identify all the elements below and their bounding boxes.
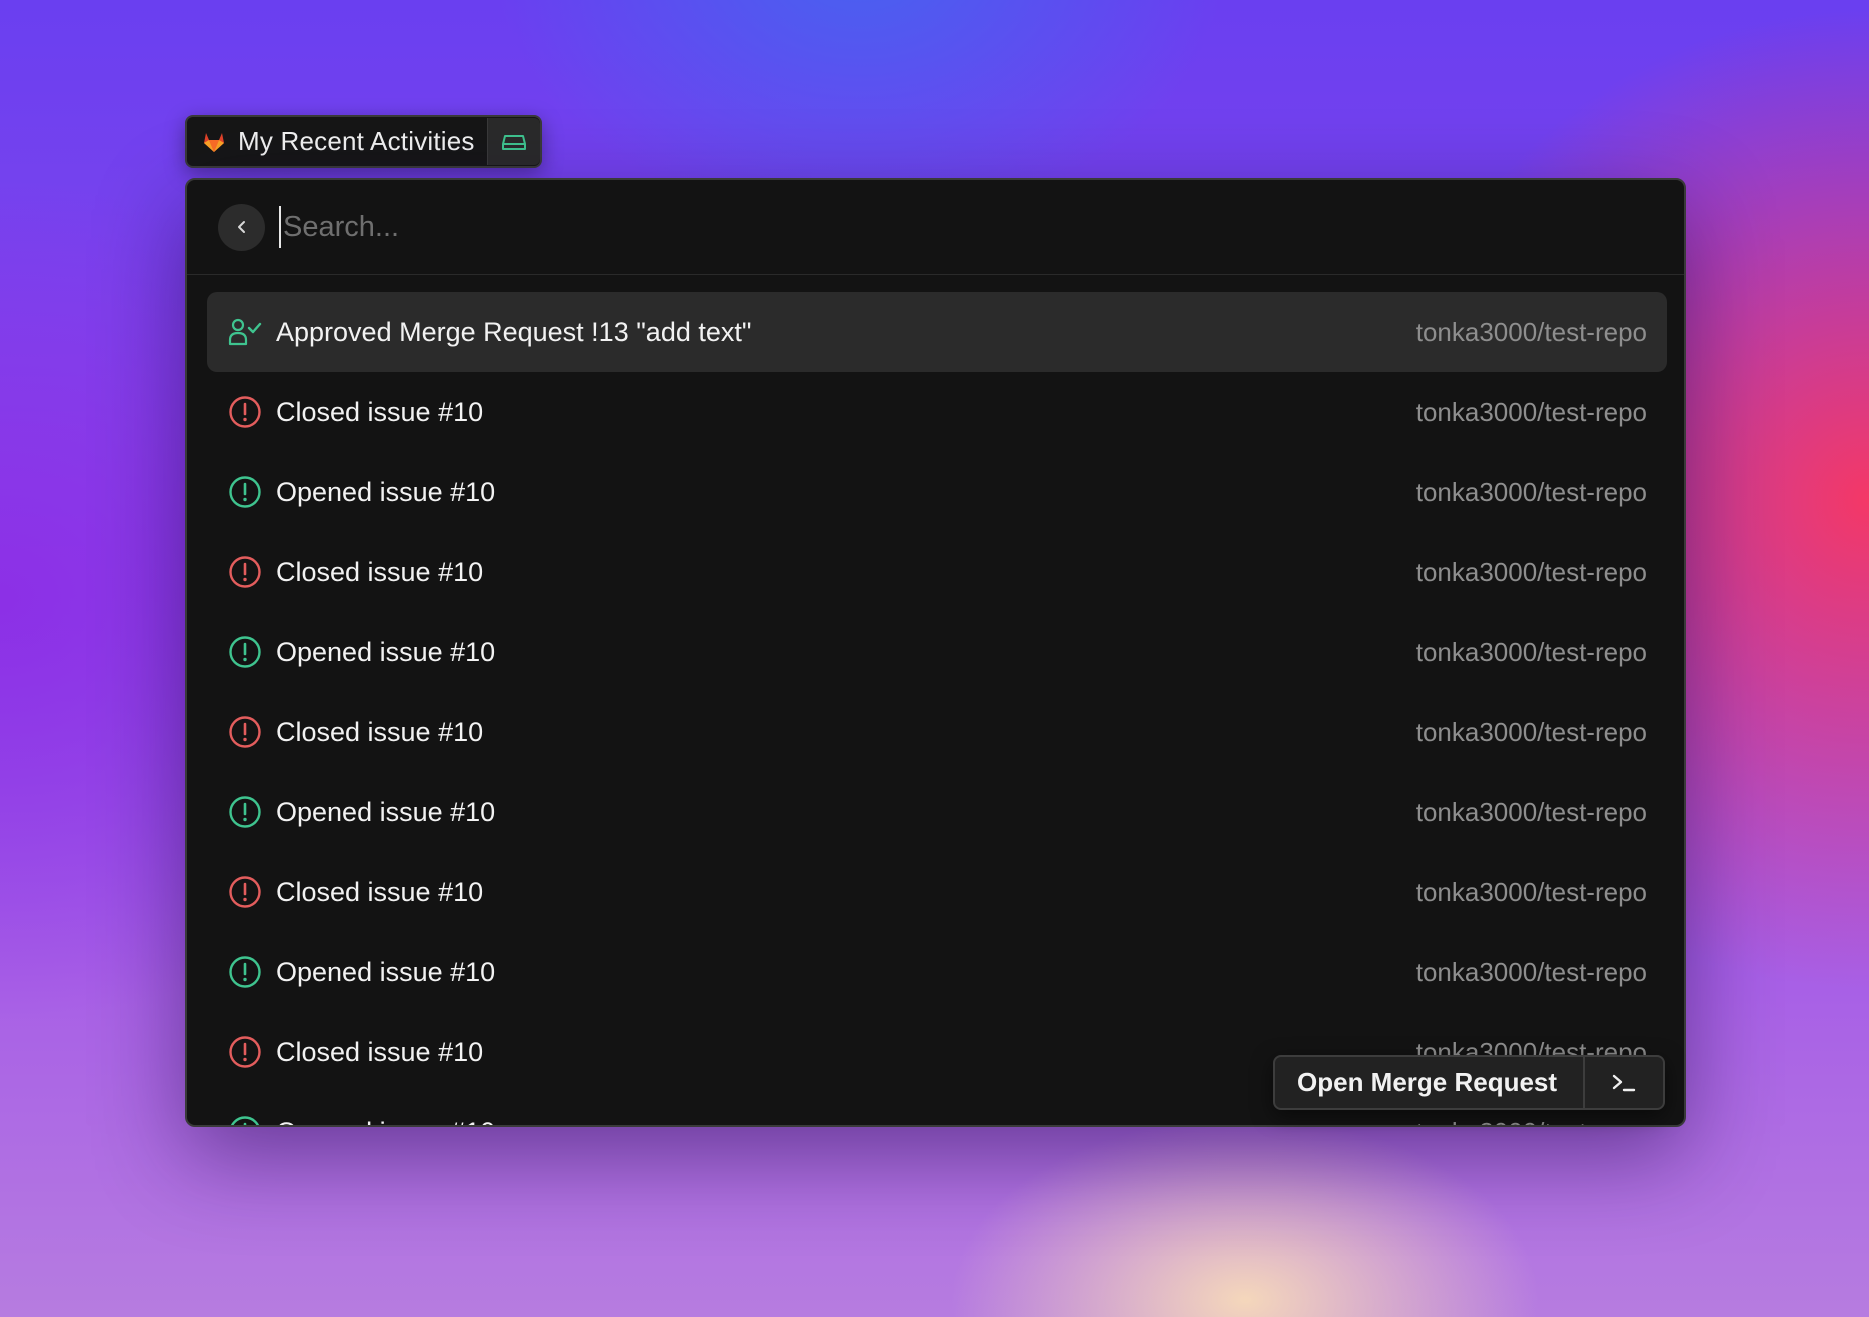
activity-repo: tonka3000/test-repo <box>1415 316 1647 347</box>
activity-label: Closed issue #10 <box>276 556 484 587</box>
issue-opened-icon <box>227 794 263 830</box>
activity-label: Closed issue #10 <box>276 396 484 427</box>
activity-repo: tonka3000/test-repo <box>1415 956 1647 987</box>
search-input[interactable] <box>279 206 1585 248</box>
activity-repo: tonka3000/test-repo <box>1415 796 1647 827</box>
action-bar: Open Merge Request <box>1273 1055 1666 1110</box>
list-item[interactable]: Opened issue #10 tonka3000/test-repo <box>207 612 1667 692</box>
back-button[interactable] <box>218 203 265 251</box>
activity-label: Opened issue #10 <box>276 476 496 507</box>
list-item[interactable]: Closed issue #10 tonka3000/test-repo <box>207 372 1667 452</box>
terminal-icon <box>1612 1074 1636 1091</box>
activity-repo: tonka3000/test-repo <box>1415 476 1647 507</box>
list-item[interactable]: Closed issue #10 tonka3000/test-repo <box>207 852 1667 932</box>
issue-closed-icon <box>227 554 263 590</box>
activity-panel: Approved Merge Request !13 "add text" ton… <box>185 178 1686 1127</box>
activity-label: Opened issue #10 <box>276 956 496 987</box>
command-title: My Recent Activities <box>238 126 475 156</box>
activity-label: Opened issue #10 <box>276 796 496 827</box>
activity-label: Opened issue #10 <box>276 636 496 667</box>
list-item[interactable]: Closed issue #10 tonka3000/test-repo <box>207 692 1667 772</box>
activity-label: Closed issue #10 <box>276 716 484 747</box>
gitlab-logo-icon <box>201 129 227 155</box>
issue-closed-icon <box>227 874 263 910</box>
activity-label: Closed issue #10 <box>276 876 484 907</box>
issue-opened-icon <box>227 954 263 990</box>
issue-closed-icon <box>227 714 263 750</box>
list-item[interactable]: Approved Merge Request !13 "add text" ton… <box>207 292 1667 372</box>
issue-closed-icon <box>227 394 263 430</box>
command-title-chip: My Recent Activities <box>185 115 542 168</box>
list-item[interactable]: Opened issue #10 tonka3000/test-repo <box>207 772 1667 852</box>
issue-opened-icon <box>227 474 263 510</box>
storage-icon[interactable] <box>486 118 540 165</box>
activity-repo: tonka3000/test-repo <box>1416 1117 1647 1126</box>
activity-label: Opened issue #10 <box>276 1117 1416 1126</box>
issue-opened-icon <box>227 1114 263 1125</box>
actions-menu-button[interactable] <box>1583 1057 1663 1108</box>
open-merge-request-button[interactable]: Open Merge Request <box>1275 1057 1583 1108</box>
list-item[interactable]: Closed issue #10 tonka3000/test-repo <box>207 532 1667 612</box>
list-item[interactable]: Opened issue #10 tonka3000/test-repo <box>207 452 1667 532</box>
activity-repo: tonka3000/test-repo <box>1415 876 1647 907</box>
issue-opened-icon <box>227 634 263 670</box>
list-item[interactable]: Opened issue #10 tonka3000/test-repo <box>207 932 1667 1012</box>
activity-repo: tonka3000/test-repo <box>1415 716 1647 747</box>
activity-repo: tonka3000/test-repo <box>1415 636 1647 667</box>
activity-list: Approved Merge Request !13 "add text" ton… <box>207 292 1667 1126</box>
activity-label: Approved Merge Request !13 "add text" <box>276 316 752 347</box>
activity-label: Closed issue #10 <box>276 1036 484 1067</box>
issue-closed-icon <box>227 1034 263 1070</box>
activity-repo: tonka3000/test-repo <box>1415 556 1647 587</box>
chevron-left-icon <box>237 221 245 233</box>
activity-repo: tonka3000/test-repo <box>1415 396 1647 427</box>
search-bar <box>187 180 1684 275</box>
user-check-icon <box>227 314 263 350</box>
